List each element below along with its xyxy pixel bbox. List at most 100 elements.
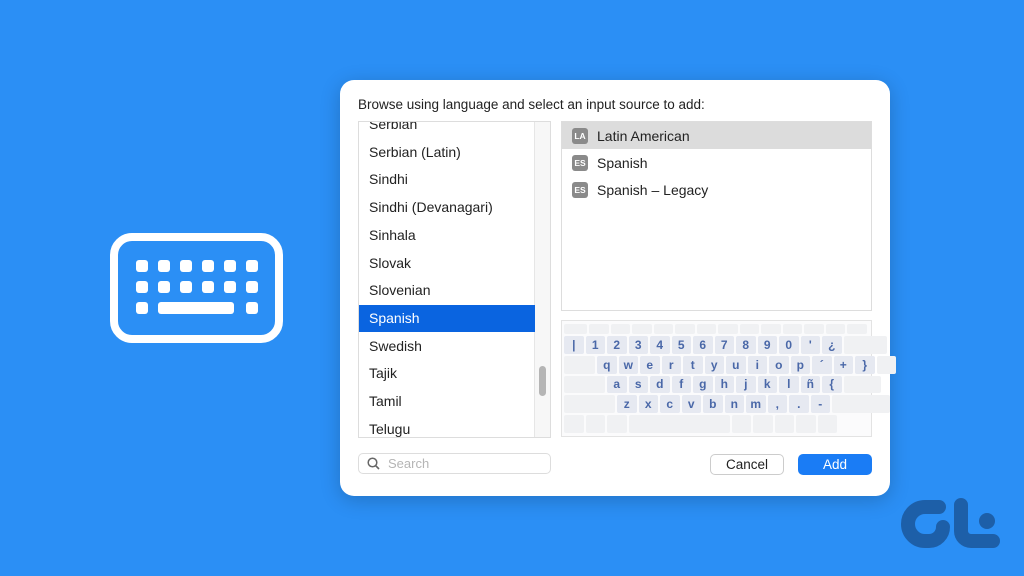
add-button[interactable]: Add [798, 454, 872, 475]
key-glyph [180, 281, 192, 293]
spacebar-glyph [158, 302, 234, 314]
input-source-item[interactable]: ES Spanish – Legacy [562, 176, 871, 203]
keyboard-row [564, 324, 869, 334]
key: ' [800, 335, 820, 354]
key [696, 324, 716, 334]
key-glyph [246, 260, 258, 272]
language-badge: LA [572, 127, 588, 144]
key: p [790, 355, 810, 374]
key-glyph [224, 281, 236, 293]
input-source-item[interactable]: ES Spanish [562, 149, 871, 176]
key [675, 324, 695, 334]
cancel-button[interactable]: Cancel [710, 454, 784, 475]
key-glyph [136, 260, 148, 272]
key-glyph [136, 281, 148, 293]
key [585, 415, 605, 433]
key [804, 324, 824, 334]
key [843, 335, 887, 354]
key-glyph [180, 260, 192, 272]
key: u [726, 355, 746, 374]
key: 7 [714, 335, 734, 354]
key [832, 395, 890, 414]
key: t [683, 355, 703, 374]
key: y [704, 355, 724, 374]
key-glyph [202, 260, 214, 272]
input-source-label: Spanish – Legacy [597, 181, 709, 198]
language-item[interactable]: Sindhi [359, 166, 535, 193]
key [739, 324, 759, 334]
key: v [681, 395, 701, 414]
key: d [650, 375, 670, 394]
keyboard-preview: | 1 2 3 4 5 6 7 8 9 0 ' ¿ q w e r t y u i o p ´ +} a s d f g h j k l ñ{z x c… [561, 320, 896, 437]
language-item[interactable]: Slovak [359, 250, 535, 277]
scrollbar-thumb[interactable] [539, 366, 546, 396]
key [825, 324, 845, 334]
key [796, 415, 816, 433]
key: ´ [812, 355, 832, 374]
key: m [746, 395, 766, 414]
search-placeholder: Search [388, 456, 430, 471]
key: q [597, 355, 617, 374]
search-icon [367, 457, 380, 470]
key: e [640, 355, 660, 374]
key: . [789, 395, 809, 414]
keyboard-icon [110, 233, 283, 343]
key [847, 324, 867, 334]
key [564, 375, 605, 394]
key-glyph [158, 260, 170, 272]
key: | [564, 335, 584, 354]
key [589, 324, 609, 334]
key [564, 415, 584, 433]
key-glyph [246, 302, 258, 314]
language-item[interactable]: Tamil [359, 388, 535, 415]
key: l [779, 375, 799, 394]
language-list[interactable]: Serbian Serbian (Latin) Sindhi Sindhi (Deva… [358, 121, 551, 438]
keyboard-row: zxcvbnm,.- [564, 395, 890, 414]
key [607, 415, 627, 433]
language-badge: ES [572, 154, 588, 171]
language-item[interactable]: Sinhala [359, 222, 535, 249]
key [564, 395, 615, 414]
search-input[interactable]: Search [358, 453, 551, 474]
key: n [724, 395, 744, 414]
language-item[interactable]: Serbian (Latin) [359, 139, 535, 166]
add-input-source-dialog: Browse using language and select an inpu… [340, 80, 896, 496]
language-item[interactable]: Spanish [359, 304, 535, 332]
key [761, 324, 781, 334]
key: s [628, 375, 648, 394]
key: z [617, 395, 637, 414]
key: 0 [779, 335, 799, 354]
language-item[interactable]: Tajik [359, 360, 535, 387]
key: + [833, 355, 853, 374]
key: r [661, 355, 681, 374]
key: 1 [585, 335, 605, 354]
language-item[interactable]: Serbian [359, 122, 535, 138]
language-item[interactable]: Telugu [359, 416, 535, 437]
key: i [747, 355, 767, 374]
key [843, 375, 881, 394]
language-item[interactable]: Swedish [359, 333, 535, 360]
input-source-label: Spanish [597, 154, 648, 171]
scrollbar[interactable] [534, 122, 550, 437]
key: a [607, 375, 627, 394]
key: , [767, 395, 787, 414]
key: 8 [736, 335, 756, 354]
key-glyph [202, 281, 214, 293]
language-badge: ES [572, 181, 588, 198]
key [774, 415, 794, 433]
input-source-list[interactable]: LA Latin American ES Spanish ES Spanish – Leg… [561, 121, 872, 311]
key: w [618, 355, 638, 374]
keyboard-row: | 1 2 3 4 5 6 7 8 9 0 ' ¿ [564, 335, 887, 354]
language-item[interactable]: Sindhi (Devanagari) [359, 194, 535, 221]
language-item[interactable]: Slovenian [359, 277, 535, 304]
input-source-item[interactable]: LA Latin American [562, 122, 871, 149]
keyboard-row: q w e r t y u i o p ´ +} [564, 355, 896, 374]
key [564, 324, 587, 334]
dialog-title: Browse using language and select an inpu… [358, 97, 705, 112]
guiding-tech-logo [901, 498, 1000, 548]
key: } [855, 355, 875, 374]
key: 3 [628, 335, 648, 354]
key: k [757, 375, 777, 394]
key: - [810, 395, 830, 414]
keyboard-row [564, 415, 869, 433]
